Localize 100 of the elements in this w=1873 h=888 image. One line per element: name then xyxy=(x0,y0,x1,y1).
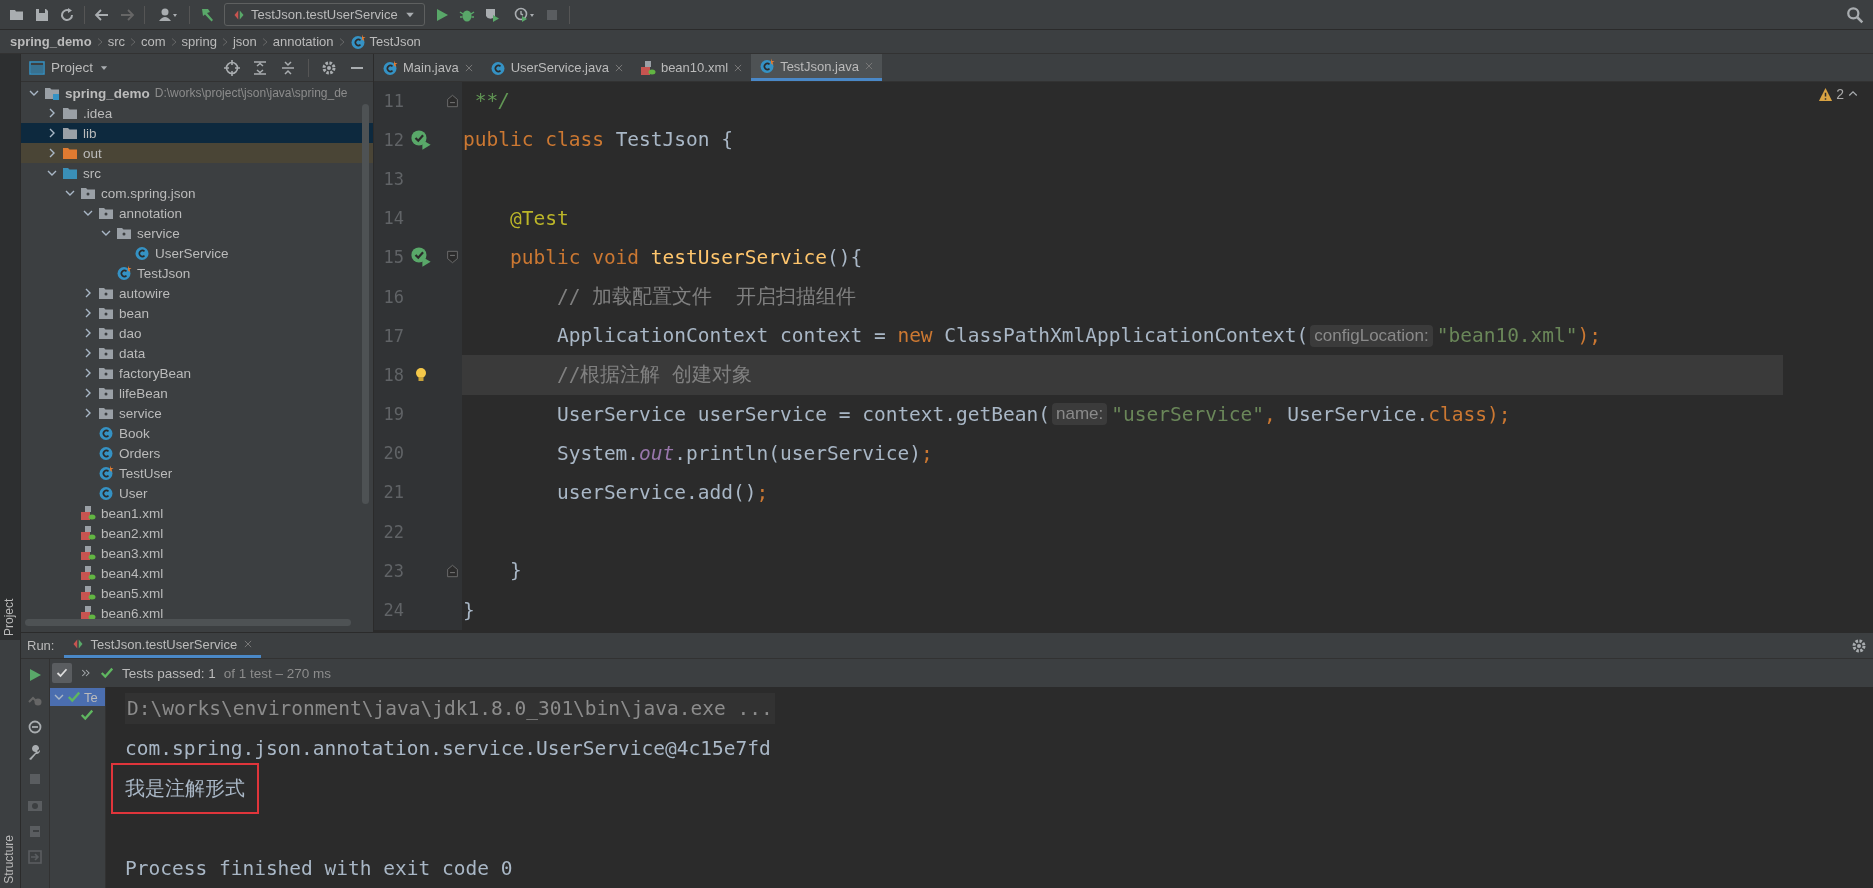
chevron-right-icon[interactable] xyxy=(47,128,57,138)
fold-icon[interactable] xyxy=(445,92,459,109)
double-chevron-icon[interactable] xyxy=(80,667,92,679)
code-line: } xyxy=(462,597,476,624)
check-icon xyxy=(56,667,68,679)
settings-icon[interactable] xyxy=(321,59,337,76)
xml-file-icon xyxy=(639,59,656,76)
tree-item[interactable]: out xyxy=(21,143,373,163)
tree-item[interactable]: TestUser xyxy=(21,463,373,483)
panel-icon xyxy=(29,59,45,76)
tree-item[interactable]: service xyxy=(21,223,373,243)
code-line: System.out.println(userService); xyxy=(555,440,934,467)
editor-tab[interactable]: bean10.xml xyxy=(631,54,752,81)
settings-icon[interactable] xyxy=(1851,637,1867,654)
tree-item[interactable]: bean2.xml xyxy=(21,523,373,543)
tree-item[interactable]: spring_demo D:\works\project\json\java\spring_de xyxy=(21,83,373,103)
close-icon[interactable] xyxy=(733,62,744,73)
close-icon[interactable] xyxy=(243,639,254,649)
expand-all-icon[interactable] xyxy=(252,59,268,76)
breadcrumb-item[interactable]: src xyxy=(107,34,125,49)
warning-count[interactable]: 2 xyxy=(1836,86,1844,102)
coverage-icon[interactable] xyxy=(483,6,500,23)
xml-file-icon xyxy=(80,505,96,521)
scrollbar[interactable] xyxy=(362,104,369,504)
breadcrumb-item[interactable]: json xyxy=(232,34,257,49)
chevron-down-icon[interactable] xyxy=(54,692,64,702)
wrench-icon[interactable] xyxy=(27,745,43,761)
breadcrumb-item[interactable]: spring_demo xyxy=(10,34,92,49)
show-passed-toggle[interactable] xyxy=(52,663,72,683)
class-icon xyxy=(98,485,114,501)
tree-item[interactable]: lib xyxy=(21,123,373,143)
chevron-right-icon[interactable] xyxy=(83,388,93,398)
chevron-right-icon[interactable] xyxy=(83,328,93,338)
tree-item[interactable]: lifeBean xyxy=(21,383,373,403)
close-icon[interactable] xyxy=(463,62,474,73)
chevron-right-icon[interactable] xyxy=(83,308,93,318)
back-arrow-icon[interactable] xyxy=(94,6,110,23)
run-test-icon[interactable] xyxy=(410,246,432,269)
code-line: @Test xyxy=(508,205,570,232)
folder-icon xyxy=(62,125,78,141)
chevron-down-icon[interactable] xyxy=(65,188,75,198)
tree-item[interactable]: service xyxy=(21,403,373,423)
chevron-right-icon[interactable] xyxy=(47,108,57,118)
tree-item[interactable]: data xyxy=(21,343,373,363)
editor-tab[interactable]: TestJson.java xyxy=(751,54,882,81)
tree-item[interactable]: UserService xyxy=(21,243,373,263)
tree-item[interactable]: Orders xyxy=(21,443,373,463)
chevron-right-icon[interactable] xyxy=(83,288,93,298)
chevron-down-icon[interactable] xyxy=(101,228,111,238)
tree-item[interactable]: annotation xyxy=(21,203,373,223)
tree-item[interactable]: bean5.xml xyxy=(21,583,373,603)
project-side-tab[interactable]: Project xyxy=(0,54,20,640)
tree-item[interactable]: bean xyxy=(21,303,373,323)
chevron-right-icon[interactable] xyxy=(83,408,93,418)
run-icon[interactable] xyxy=(27,667,43,683)
chevron-right-icon[interactable] xyxy=(47,148,57,158)
toggle-auto-test-icon[interactable] xyxy=(27,719,43,735)
tree-item[interactable]: bean3.xml xyxy=(21,543,373,563)
scrollbar[interactable] xyxy=(25,619,351,626)
chevron-right-icon[interactable] xyxy=(83,348,93,358)
code-line: public void testUserService(){ xyxy=(508,244,864,271)
refresh-icon[interactable] xyxy=(59,6,75,23)
structure-side-tab[interactable]: Structure xyxy=(0,831,20,888)
tree-item[interactable]: dao xyxy=(21,323,373,343)
close-icon[interactable] xyxy=(613,62,624,73)
tree-item[interactable]: bean4.xml xyxy=(21,563,373,583)
collapse-all-icon[interactable] xyxy=(280,59,296,76)
run-config-dropdown[interactable]: TestJson.testUserService xyxy=(224,3,425,26)
chevron-down-icon[interactable] xyxy=(47,168,57,178)
tree-item[interactable]: bean1.xml xyxy=(21,503,373,523)
locate-icon[interactable] xyxy=(224,59,240,76)
breadcrumb-item[interactable]: annotation xyxy=(272,34,334,49)
tree-item[interactable]: TestJson xyxy=(21,263,373,283)
breadcrumb-item[interactable]: com xyxy=(140,34,166,49)
editor-tab[interactable]: Main.java xyxy=(374,54,482,81)
run-tab[interactable]: TestJson.testUserService xyxy=(64,633,262,658)
warning-icon xyxy=(1818,86,1834,102)
lightbulb-icon[interactable] xyxy=(413,365,429,384)
project-view-dropdown[interactable]: Project xyxy=(29,59,110,76)
tree-item[interactable]: Book xyxy=(21,423,373,443)
tree-item[interactable]: .idea xyxy=(21,103,373,123)
breadcrumb-item[interactable]: spring xyxy=(181,34,217,49)
search-icon[interactable] xyxy=(1846,5,1864,24)
tree-item[interactable]: factoryBean xyxy=(21,363,373,383)
chevron-down-icon[interactable] xyxy=(83,208,93,218)
tree-item[interactable]: User xyxy=(21,483,373,503)
run-test-icon[interactable] xyxy=(410,128,432,151)
chevron-down-icon[interactable] xyxy=(29,88,39,98)
tree-item[interactable]: autowire xyxy=(21,283,373,303)
xml-file-icon xyxy=(80,545,96,561)
tree-item[interactable]: src xyxy=(21,163,373,183)
fold-icon[interactable] xyxy=(445,562,459,579)
tree-item[interactable]: com.spring.json xyxy=(21,183,373,203)
package-icon xyxy=(98,385,114,401)
editor-tab[interactable]: UserService.java xyxy=(481,54,632,81)
save-icon[interactable] xyxy=(34,6,50,23)
fold-icon[interactable] xyxy=(445,249,459,266)
chevron-right-icon[interactable] xyxy=(83,368,93,378)
xml-file-icon xyxy=(80,585,96,601)
breadcrumb-item[interactable]: TestJson xyxy=(349,33,421,50)
